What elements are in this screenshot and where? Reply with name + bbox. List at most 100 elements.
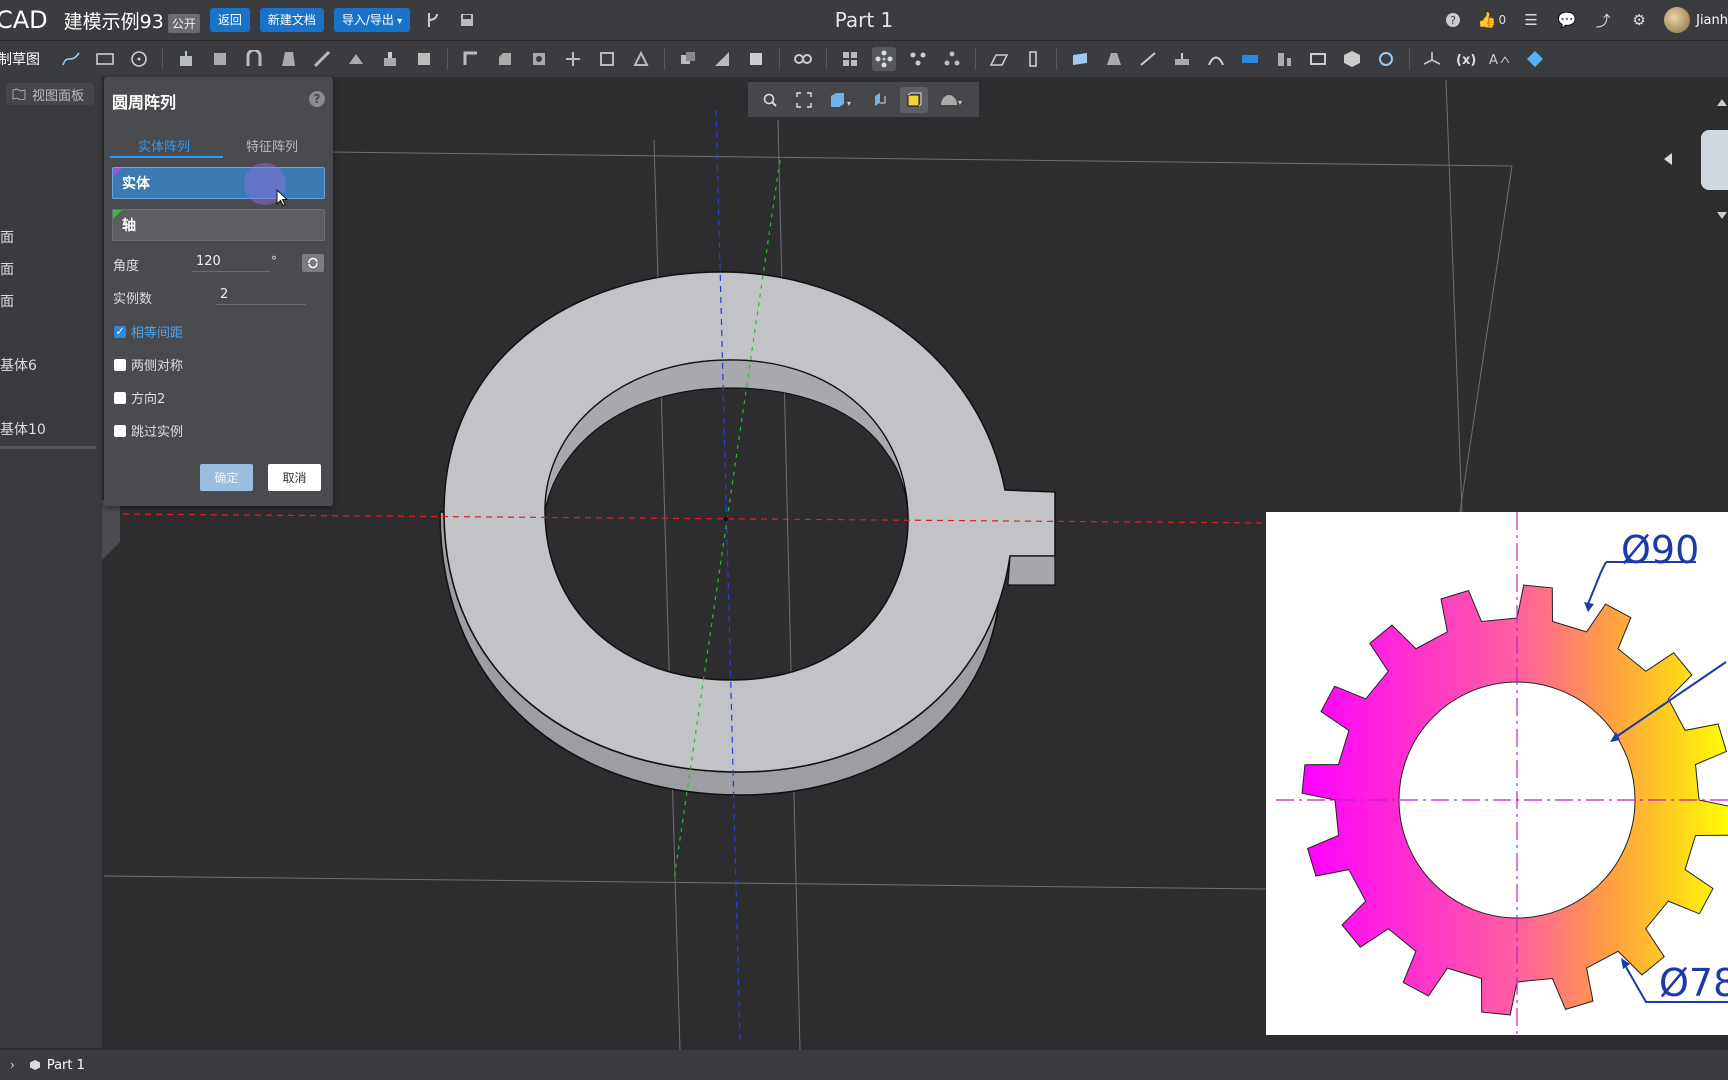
- share-icon[interactable]: ⤴: [1592, 9, 1614, 31]
- fit-view-icon[interactable]: [790, 87, 818, 113]
- linear-pattern-icon[interactable]: [838, 47, 862, 71]
- offset-surface-icon[interactable]: [1136, 47, 1160, 71]
- draft-tool-icon[interactable]: [412, 47, 436, 71]
- plane-tool-icon[interactable]: [987, 47, 1011, 71]
- user-name[interactable]: Jianh: [1696, 13, 1728, 28]
- thicken-tool-icon[interactable]: [344, 47, 368, 71]
- mirror-pattern-icon[interactable]: [940, 47, 964, 71]
- tree-item-body6[interactable]: 基体6: [0, 355, 37, 375]
- axis-field-label: 轴: [122, 218, 136, 234]
- render-settings-icon[interactable]: ▾: [934, 87, 970, 113]
- trim-surface-icon[interactable]: [1204, 47, 1228, 71]
- checkbox-box: [114, 391, 126, 404]
- help-icon[interactable]: ?: [309, 91, 325, 107]
- circular-pattern-icon[interactable]: [872, 47, 896, 71]
- chamfer-tool-icon[interactable]: [493, 47, 517, 71]
- direction2-checkbox[interactable]: 方向2: [114, 388, 165, 407]
- section-view-icon[interactable]: [866, 87, 894, 113]
- measure-icon[interactable]: [791, 47, 815, 71]
- back-button[interactable]: 返回: [209, 8, 250, 32]
- sketch-label[interactable]: 制草图: [0, 49, 40, 69]
- view-cube[interactable]: [1701, 130, 1728, 190]
- bend-icon[interactable]: [1306, 47, 1330, 71]
- hole-tool-icon[interactable]: [527, 47, 551, 71]
- revolve-tool-icon[interactable]: [208, 47, 232, 71]
- angle-input[interactable]: 120: [192, 254, 270, 272]
- comment-icon[interactable]: 💬: [1556, 9, 1578, 31]
- fillet-tool-icon[interactable]: [459, 47, 483, 71]
- dialog-title: 圆周阵列: [112, 93, 177, 112]
- sweep-tool-icon[interactable]: [242, 47, 266, 71]
- flange-icon[interactable]: [1272, 47, 1296, 71]
- extend-surface-icon[interactable]: [1170, 47, 1194, 71]
- reverse-direction-button[interactable]: [302, 254, 324, 272]
- toolbar-separator: [447, 48, 448, 70]
- save-icon[interactable]: [456, 9, 478, 31]
- loft-tool-icon[interactable]: [276, 47, 300, 71]
- tab-body-pattern[interactable]: 实体阵列: [138, 136, 190, 155]
- shell-tool-icon[interactable]: [310, 47, 334, 71]
- document-title[interactable]: 建模示例93: [64, 7, 164, 34]
- tree-item-plane[interactable]: 面: [0, 227, 14, 247]
- zoom-icon[interactable]: [756, 87, 784, 113]
- surface-tool-icon[interactable]: [1068, 47, 1092, 71]
- import-export-button[interactable]: 导入/导出: [333, 8, 411, 32]
- cancel-button[interactable]: 取消: [268, 464, 321, 491]
- spline-tool-icon[interactable]: [59, 47, 83, 71]
- ok-button[interactable]: 确定: [200, 464, 253, 491]
- ruled-surface-icon[interactable]: [1102, 47, 1126, 71]
- variables-icon[interactable]: (x): [1455, 47, 1479, 71]
- boolean-subtract-icon[interactable]: [710, 47, 734, 71]
- shaded-mode-icon[interactable]: [900, 86, 928, 113]
- hole-wizard-icon[interactable]: [1374, 47, 1398, 71]
- chevron-right-icon[interactable]: ›: [10, 1058, 15, 1072]
- axis-selection-field[interactable]: 轴: [112, 209, 325, 241]
- rotate-icon: [308, 257, 318, 269]
- caret-down-icon[interactable]: [1716, 210, 1728, 222]
- unfold-icon[interactable]: [1340, 47, 1364, 71]
- list-icon[interactable]: ☰: [1520, 9, 1542, 31]
- rib-tool-icon[interactable]: [378, 47, 402, 71]
- instances-input[interactable]: 2: [216, 287, 306, 305]
- skip-instances-checkbox[interactable]: 跳过实例: [114, 421, 183, 440]
- tab-feature-pattern[interactable]: 特征阵列: [246, 136, 298, 155]
- circle-tool-icon[interactable]: [127, 47, 151, 71]
- help-icon[interactable]: ?: [1442, 9, 1464, 31]
- render-tag-icon[interactable]: [1523, 47, 1547, 71]
- checkbox-label: 相等间距: [131, 326, 184, 341]
- view-orientation-icon[interactable]: ▾: [824, 87, 860, 113]
- settings-gear-icon[interactable]: ⚙: [1628, 9, 1650, 31]
- boolean-intersect-icon[interactable]: [744, 47, 768, 71]
- rectangle-tool-icon[interactable]: [93, 47, 117, 71]
- move-face-icon[interactable]: [629, 47, 653, 71]
- caret-up-icon[interactable]: [1716, 96, 1728, 108]
- user-avatar[interactable]: [1664, 7, 1691, 33]
- status-bar: › Part 1: [0, 1050, 1728, 1080]
- tree-item-plane[interactable]: 面: [0, 291, 14, 311]
- like-icon[interactable]: 👍 0: [1478, 9, 1506, 31]
- view-panel-button[interactable]: 视图面板: [6, 83, 94, 105]
- coordinate-system-icon[interactable]: [1421, 47, 1445, 71]
- tree-item-plane[interactable]: 面: [0, 259, 14, 279]
- tree-item-body10[interactable]: 基体10: [0, 419, 46, 439]
- symmetric-checkbox[interactable]: 两侧对称: [114, 355, 183, 374]
- circular-pattern-dialog: 圆周阵列 ? 实体阵列 特征阵列 实体 轴 角度 120 ° 实例数 2 ✓ 相…: [104, 77, 333, 506]
- sheet-metal-icon[interactable]: [1238, 47, 1262, 71]
- new-document-button[interactable]: 新建文档: [259, 8, 324, 32]
- equal-spacing-checkbox[interactable]: ✓ 相等间距: [114, 322, 183, 341]
- curve-pattern-icon[interactable]: [906, 47, 930, 71]
- caret-left-icon[interactable]: [1662, 152, 1674, 166]
- boolean-union-icon[interactable]: [676, 47, 700, 71]
- entity-selection-field[interactable]: 实体: [112, 167, 325, 199]
- branch-icon[interactable]: [422, 9, 444, 31]
- tree-divider: [0, 446, 96, 449]
- panel-collapse-handle[interactable]: [102, 500, 120, 560]
- split-tool-icon[interactable]: [561, 47, 585, 71]
- axis-tool-icon[interactable]: [1021, 47, 1045, 71]
- svg-text:(x): (x): [1456, 53, 1476, 67]
- extrude-tool-icon[interactable]: [174, 47, 198, 71]
- annotation-icon[interactable]: A: [1489, 47, 1513, 71]
- ring-model[interactable]: [439, 271, 1056, 796]
- mirror-body-icon[interactable]: [595, 47, 619, 71]
- part-tab[interactable]: Part 1: [29, 1058, 85, 1073]
